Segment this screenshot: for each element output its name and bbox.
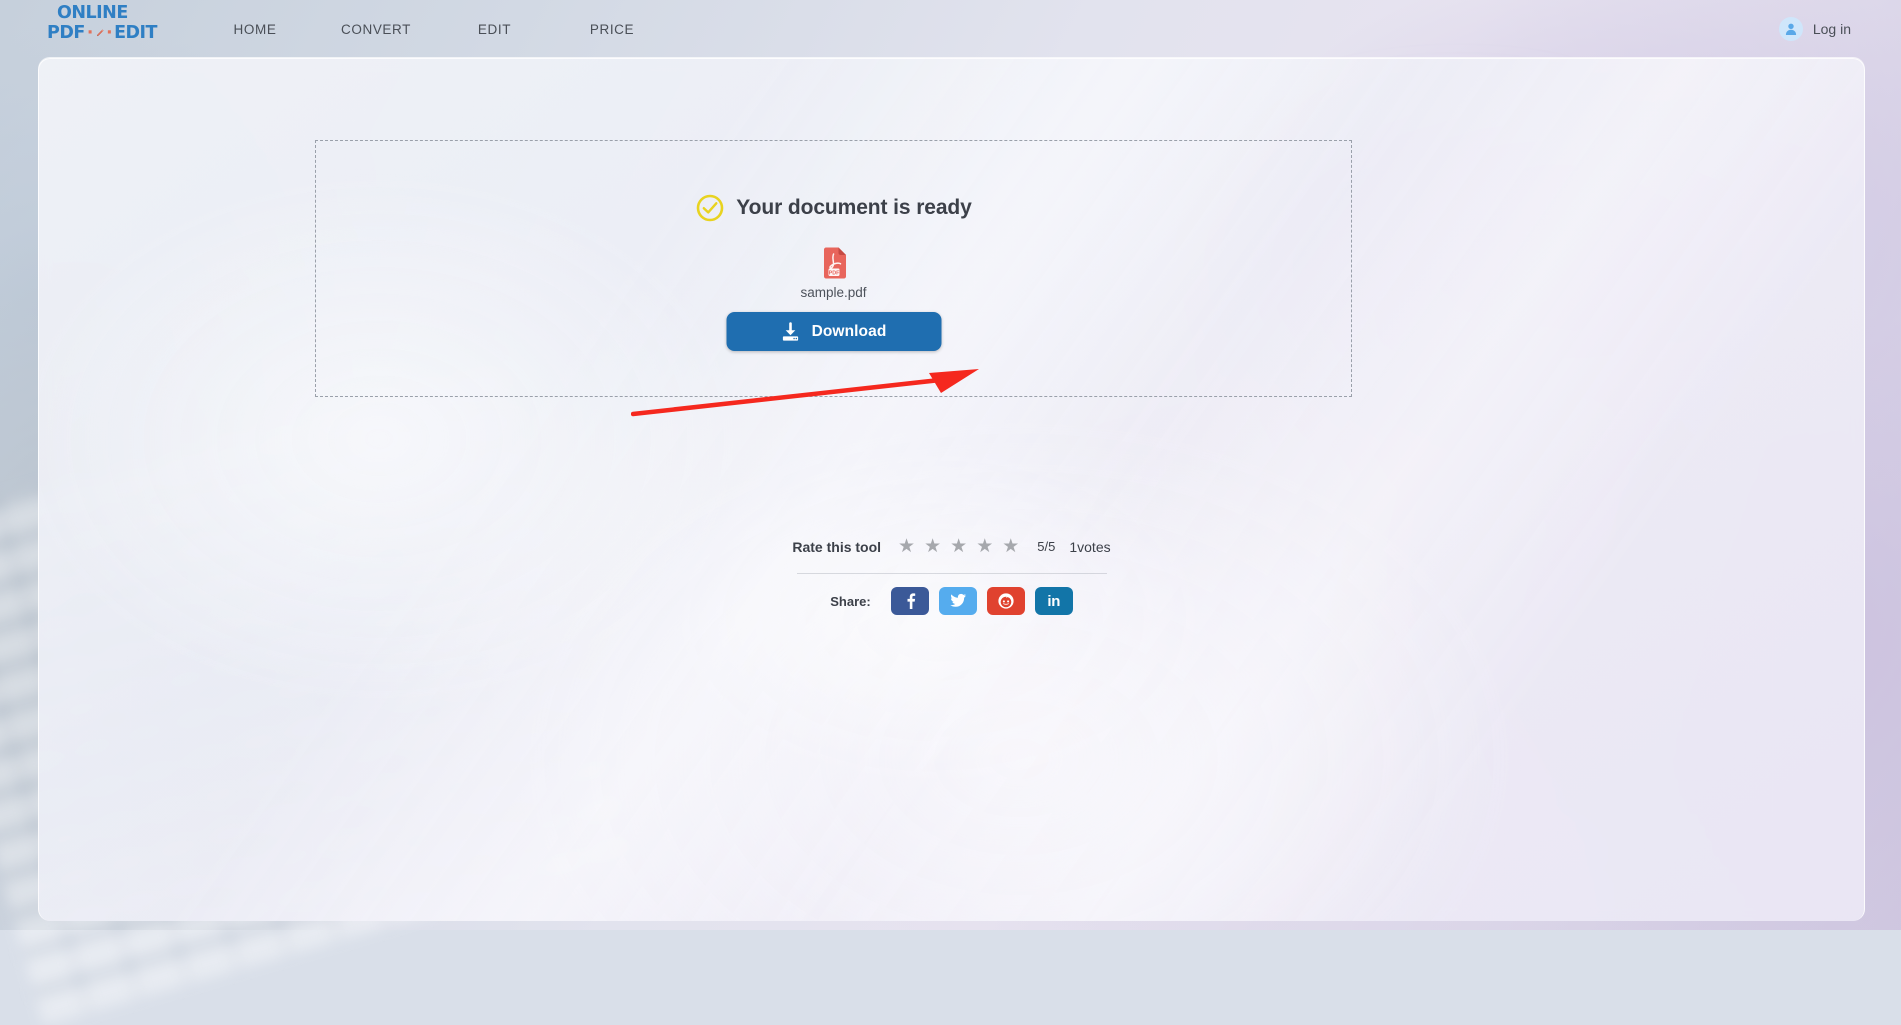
share-row: Share: in bbox=[39, 587, 1864, 615]
nav-item-home[interactable]: HOME bbox=[195, 22, 315, 37]
login-button[interactable]: Log in bbox=[1779, 0, 1851, 58]
nav-item-price[interactable]: PRICE bbox=[552, 22, 672, 37]
linkedin-icon: in bbox=[1047, 593, 1060, 610]
logo-text-edit: EDIT bbox=[114, 24, 157, 43]
rating-star-5[interactable]: ★ bbox=[1002, 537, 1019, 556]
nav-item-convert[interactable]: CONVERT bbox=[315, 22, 437, 37]
download-button[interactable]: Download bbox=[726, 312, 941, 351]
site-logo[interactable]: ONLINE PDF · · EDIT bbox=[47, 4, 157, 46]
rating-star-4[interactable]: ★ bbox=[976, 537, 993, 556]
logo-line-two: PDF · · EDIT bbox=[47, 23, 157, 43]
share-label: Share: bbox=[830, 594, 870, 609]
twitter-bird-icon bbox=[949, 593, 967, 609]
share-twitter-button[interactable] bbox=[939, 587, 977, 615]
rate-this-tool-label: Rate this tool bbox=[792, 539, 881, 555]
file-name: sample.pdf bbox=[800, 285, 866, 300]
ready-title: Your document is ready bbox=[736, 196, 971, 220]
svg-text:PDF: PDF bbox=[828, 270, 839, 276]
rating-row: Rate this tool ★ ★ ★ ★ ★ 5/5 1votes bbox=[39, 537, 1864, 556]
share-linkedin-button[interactable]: in bbox=[1035, 587, 1073, 615]
rating-star-2[interactable]: ★ bbox=[924, 537, 941, 556]
rating-star-1[interactable]: ★ bbox=[898, 537, 915, 556]
result-dropzone: Your document is ready PDF sample.pdf Do… bbox=[315, 140, 1352, 397]
logo-text-pdf: PDF bbox=[47, 24, 85, 43]
rating-star-3[interactable]: ★ bbox=[950, 537, 967, 556]
ready-row: Your document is ready bbox=[316, 193, 1351, 223]
logo-dot-left: · bbox=[87, 24, 93, 43]
download-icon bbox=[781, 322, 801, 342]
share-reddit-button[interactable] bbox=[987, 587, 1025, 615]
share-facebook-button[interactable] bbox=[891, 587, 929, 615]
pdf-file-icon: PDF bbox=[821, 247, 847, 279]
logo-text-online: ONLINE bbox=[47, 4, 157, 23]
check-circle-icon bbox=[695, 193, 725, 223]
nav-item-edit[interactable]: EDIT bbox=[437, 22, 552, 37]
user-avatar-icon bbox=[1779, 17, 1803, 41]
main-navigation: HOME CONVERT EDIT PRICE bbox=[195, 0, 672, 58]
file-block: PDF sample.pdf bbox=[316, 247, 1351, 300]
facebook-icon bbox=[902, 592, 918, 610]
section-divider bbox=[797, 573, 1107, 574]
rating-votes: 1votes bbox=[1069, 539, 1110, 555]
login-label: Log in bbox=[1813, 21, 1851, 37]
content-panel: Your document is ready PDF sample.pdf Do… bbox=[38, 58, 1865, 921]
download-label: Download bbox=[812, 323, 887, 341]
pencil-icon bbox=[95, 23, 104, 43]
rating-score: 5/5 bbox=[1037, 539, 1055, 554]
reddit-icon bbox=[997, 592, 1015, 610]
site-header: ONLINE PDF · · EDIT HOME CONVERT EDIT PR… bbox=[0, 0, 1901, 58]
logo-dot-right: · bbox=[106, 24, 112, 43]
